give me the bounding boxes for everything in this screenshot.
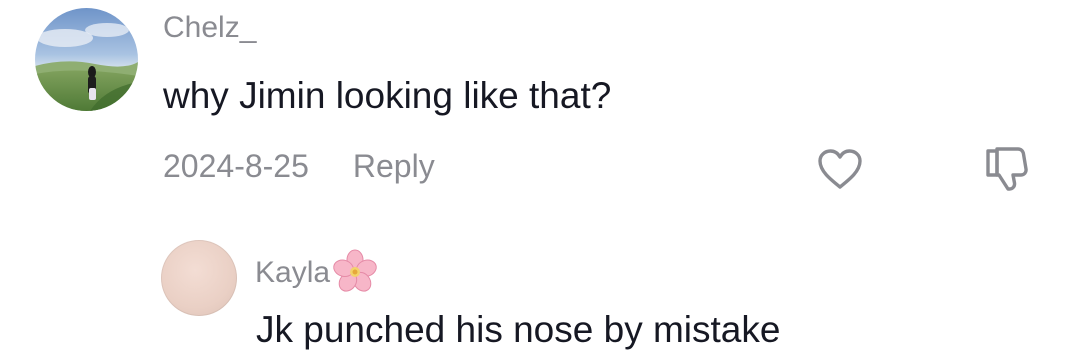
heart-icon[interactable] xyxy=(816,147,864,191)
reply-username[interactable]: Kayla xyxy=(255,248,379,296)
comment-date: 2024-8-25 xyxy=(163,148,309,184)
comment-text: why Jimin looking like that? xyxy=(163,75,612,116)
comment-meta: 2024-8-25 Reply xyxy=(163,148,435,185)
avatar-photo xyxy=(35,8,138,111)
reply-text: Jk punched his nose by mistake xyxy=(256,309,781,350)
avatar[interactable] xyxy=(35,8,138,111)
reply-button[interactable]: Reply xyxy=(353,148,435,184)
reply-username-text: Kayla xyxy=(255,256,331,289)
thumbs-down-icon[interactable] xyxy=(985,145,1029,193)
cherry-blossom-icon xyxy=(331,248,379,296)
comment-username[interactable]: Chelz_ xyxy=(163,11,256,45)
avatar[interactable] xyxy=(161,240,237,316)
